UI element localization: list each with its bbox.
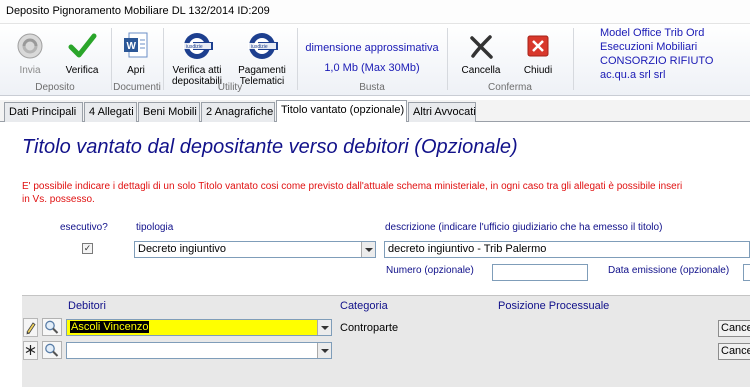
ribbon-separator [573,28,574,90]
group-deposito-label: Deposito [35,82,75,93]
search-debitore-button[interactable] [42,341,62,359]
apri-label: Apri [127,65,145,76]
magnifier-icon [45,320,59,334]
search-debitore-button[interactable] [42,318,62,336]
tab-altri-avvocati[interactable]: Altri Avvocati [408,102,476,122]
group-utility-label: Utility [217,82,243,93]
invia-button[interactable]: Invia [12,30,48,76]
row-new-indicator[interactable] [23,341,38,360]
invia-label: Invia [19,65,41,76]
ribbon-separator [297,28,298,90]
chevron-down-icon[interactable] [361,242,375,257]
data-emissione-label: Data emissione (opzionale) [608,265,730,276]
tab-dati-principali[interactable]: Dati Principali [4,102,83,122]
page-title: Titolo vantato dal depositante verso deb… [22,136,518,158]
chevron-down-icon[interactable] [317,320,331,335]
verifica-button[interactable]: Verifica [60,30,104,76]
window-title: Deposito Pignoramento Mobiliare DL 132/2… [0,0,750,24]
column-header-debitori: Debitori [68,300,106,312]
pagamenti-telematici-button[interactable]: iusdizie Pagamenti Telematici [236,30,288,87]
info-note-line2: in Vs. possesso. [22,194,95,205]
magnifier-icon [45,343,59,357]
descrizione-input[interactable]: decreto ingiuntivo - Trib Palermo [384,241,750,258]
tipologia-select[interactable]: Decreto ingiuntivo [134,241,376,258]
model-info-line2: Esecuzioni Mobiliari [600,41,698,53]
numero-input[interactable] [492,264,588,281]
cancella-button[interactable]: Cancella [458,30,504,76]
group-busta-label: Busta [359,82,385,93]
info-note-line1: E' possibile indicare i dettagli di un s… [22,181,683,192]
column-header-categoria: Categoria [340,300,388,312]
word-document-icon: W [120,30,152,62]
close-window-icon [522,30,554,62]
verifica-label: Verifica [65,65,99,76]
busta-size-value: 1,0 Mb (Max 30Mb) [324,62,420,74]
checkmark-icon [66,30,98,62]
tab-allegati[interactable]: 4 Allegati [84,102,137,122]
row-edit-indicator[interactable] [23,318,38,337]
info-note: E' possibile indicare i dettagli di un s… [22,180,750,206]
model-info: Model Office Trib Ord Esecuzioni Mobilia… [600,26,713,82]
column-header-posizione: Posizione Processuale [498,300,610,312]
verifica-atti-button[interactable]: iusdizie Verifica atti depositabili [170,30,224,87]
debitore-value: Ascoli Vincenzo [70,321,150,333]
ribbon-toolbar: Invia Verifica Deposito W Apri Documenti… [0,24,750,96]
tipologia-label: tipologia [136,222,174,233]
pagamenti-label-1: Pagamenti [238,65,286,76]
numero-label: Numero (opzionale) [386,265,474,276]
model-info-line3: CONSORZIO RIFIUTO [600,55,714,67]
debitore-select[interactable]: Ascoli Vincenzo [66,319,332,336]
chevron-down-icon[interactable] [317,343,331,358]
tipologia-value: Decreto ingiuntivo [138,243,227,255]
ribbon-separator [111,28,112,90]
categoria-value: Controparte [340,322,399,334]
tab-titolo-vantato[interactable]: Titolo vantato (opzionale) [276,100,407,123]
esecutivo-label: esecutivo? [60,222,108,233]
busta-size-title: dimensione approssimativa [305,42,439,54]
ribbon-separator [163,28,164,90]
iusdizie-logo-text: iusdizie [251,44,268,50]
apri-button[interactable]: W Apri [118,30,154,76]
titolo-vantato-panel: Titolo vantato dal depositante verso deb… [0,122,750,387]
chiudi-button[interactable]: Chiudi [520,30,556,76]
chiudi-label: Chiudi [523,65,553,76]
send-icon [14,30,46,62]
tab-beni-mobili[interactable]: Beni Mobili [138,102,200,122]
group-conferma-label: Conferma [488,82,532,93]
group-documenti-label: Documenti [113,82,161,93]
cancel-row-button[interactable]: Cance [718,343,750,360]
esecutivo-checkbox[interactable]: ✓ [82,243,93,254]
pencil-icon [26,322,36,335]
tab-strip: Dati Principali 4 Allegati Beni Mobili 2… [0,100,750,123]
data-emissione-input[interactable] [743,264,750,281]
asterisk-icon [25,345,36,355]
debitori-grid: Debitori Categoria Posizione Processuale… [22,295,750,387]
tab-anagrafiche[interactable]: 2 Anagrafiche [201,102,275,122]
debitore-select-new[interactable] [66,342,332,359]
model-info-line1: Model Office Trib Ord [600,27,705,39]
iusdizie-logo-text: iusdizie [186,44,203,50]
descrizione-label: descrizione (indicare l'ufficio giudizia… [385,222,663,233]
iusdizie-logo-icon: iusdizie [181,30,213,62]
svg-text:W: W [127,41,137,52]
cancel-row-button[interactable]: Cance [718,320,750,337]
cancella-label: Cancella [461,65,501,76]
ribbon-separator [447,28,448,90]
verifica-atti-label-1: Verifica atti [172,65,222,76]
iusdizie-logo-icon: iusdizie [246,30,278,62]
model-info-line4: ac.qu.a srl srl [600,69,666,81]
cancel-x-icon [465,30,497,62]
